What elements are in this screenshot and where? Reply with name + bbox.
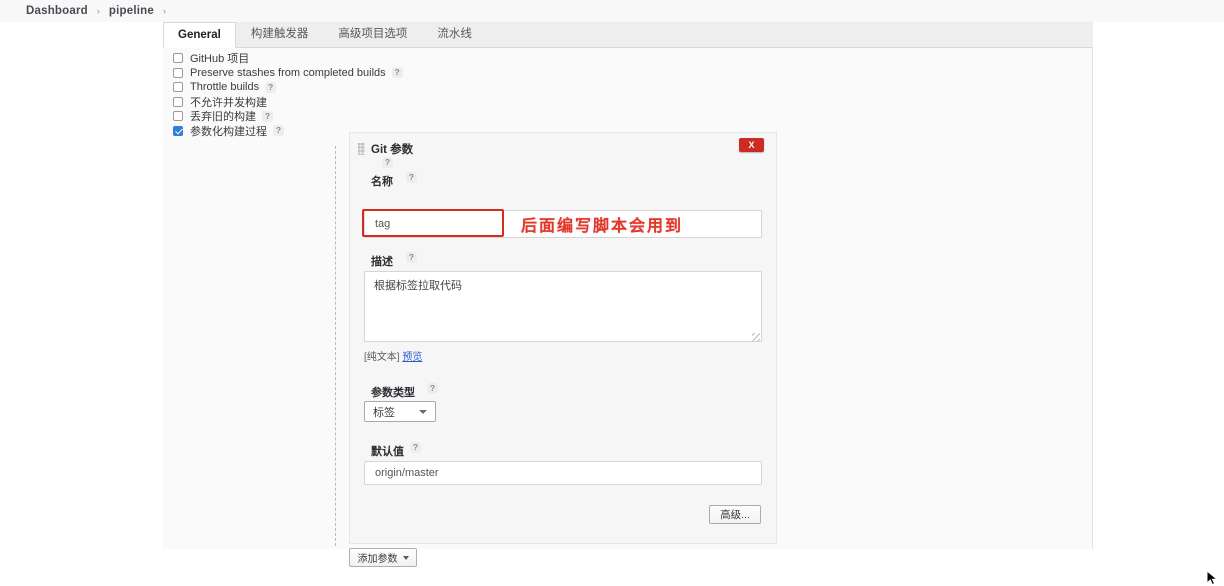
default-value-input[interactable] — [364, 461, 762, 485]
breadcrumb-item-dashboard[interactable]: Dashboard — [26, 5, 88, 17]
checkbox-row-throttle-builds[interactable]: Throttle builds ? — [173, 80, 733, 95]
breadcrumb-separator-icon: › — [162, 5, 166, 16]
checkbox-row-preserve-stashes[interactable]: Preserve stashes from completed builds ? — [173, 66, 733, 81]
breadcrumb: Dashboard › pipeline › — [0, 0, 1224, 22]
job-config-panel: General 构建触发器 高级项目选项 流水线 GitHub 项目 Prese… — [163, 22, 1093, 567]
help-icon[interactable]: ? — [382, 157, 393, 168]
checkbox-parameterized-build[interactable] — [173, 125, 183, 136]
checkbox-no-concurrent-builds[interactable] — [173, 96, 183, 107]
add-parameter-dropdown-button[interactable]: 添加参数 — [349, 548, 417, 567]
description-format-row: [纯文本] 预览 — [364, 348, 422, 363]
plain-text-label: [纯文本] — [364, 352, 400, 363]
help-icon[interactable]: ? — [273, 125, 284, 137]
parameter-title: Git 参数 — [371, 144, 414, 156]
tab-general[interactable]: General — [163, 22, 236, 48]
chevron-down-icon — [419, 409, 427, 414]
chevron-down-icon — [402, 555, 409, 560]
parameter-type-label: 参数类型 — [371, 387, 415, 399]
help-icon[interactable]: ? — [406, 252, 417, 263]
drag-handle-icon[interactable] — [358, 143, 365, 155]
default-value-label: 默认值 — [371, 446, 404, 458]
description-field-label: 描述 — [371, 256, 393, 268]
checkbox-label-preserve-stashes: Preserve stashes from completed builds — [190, 66, 386, 79]
checkbox-label-throttle-builds: Throttle builds — [190, 81, 260, 94]
help-icon[interactable]: ? — [406, 172, 417, 183]
help-icon[interactable]: ? — [427, 383, 438, 394]
checkbox-discard-old-builds[interactable] — [173, 111, 183, 122]
tab-pipeline[interactable]: 流水线 — [422, 21, 487, 47]
checkbox-label-parameterized-build: 参数化构建过程 — [190, 125, 267, 138]
checkbox-throttle-builds[interactable] — [173, 82, 183, 93]
checkbox-row-no-concurrent-builds[interactable]: 不允许并发构建 — [173, 95, 733, 110]
checkbox-preserve-stashes[interactable] — [173, 67, 183, 78]
checkbox-row-github-project[interactable]: GitHub 项目 — [173, 51, 733, 66]
git-parameter-block: Git 参数 ? X 名称 ? 描述 ? 根据标签拉取代码 [纯文本] 预览 参… — [349, 132, 777, 544]
tab-build-triggers[interactable]: 构建触发器 — [236, 21, 324, 47]
preview-link[interactable]: 预览 — [402, 352, 422, 363]
parameter-name-input[interactable] — [364, 210, 762, 238]
add-parameter-label: 添加参数 — [357, 554, 398, 565]
checkbox-row-discard-old-builds[interactable]: 丢弃旧的构建 ? — [173, 109, 733, 124]
general-options-checklist: GitHub 项目 Preserve stashes from complete… — [173, 51, 733, 138]
checkbox-github-project[interactable] — [173, 53, 183, 64]
parameter-type-select[interactable]: 标签 — [364, 401, 436, 422]
help-icon[interactable]: ? — [262, 110, 273, 122]
mouse-cursor-icon — [1206, 570, 1219, 586]
delete-parameter-button[interactable]: X — [739, 138, 764, 152]
help-icon[interactable]: ? — [391, 67, 403, 79]
parameter-description-textarea[interactable]: 根据标签拉取代码 — [364, 271, 762, 342]
name-field-label: 名称 — [371, 176, 393, 188]
help-icon[interactable]: ? — [265, 81, 277, 93]
advanced-button[interactable]: 高级... — [709, 505, 761, 524]
tab-advanced-project-options[interactable]: 高级项目选项 — [323, 21, 422, 47]
parameter-section-guide-line — [335, 146, 336, 546]
help-icon[interactable]: ? — [410, 442, 421, 453]
breadcrumb-item-pipeline[interactable]: pipeline — [109, 5, 154, 17]
page-area: General 构建触发器 高级项目选项 流水线 GitHub 项目 Prese… — [0, 22, 1224, 586]
config-tab-bar: General 构建触发器 高级项目选项 流水线 — [163, 22, 1093, 48]
parameter-type-selected-value: 标签 — [373, 406, 395, 419]
checkbox-label-github-project: GitHub 项目 — [190, 53, 250, 66]
breadcrumb-separator-icon: › — [96, 5, 100, 16]
